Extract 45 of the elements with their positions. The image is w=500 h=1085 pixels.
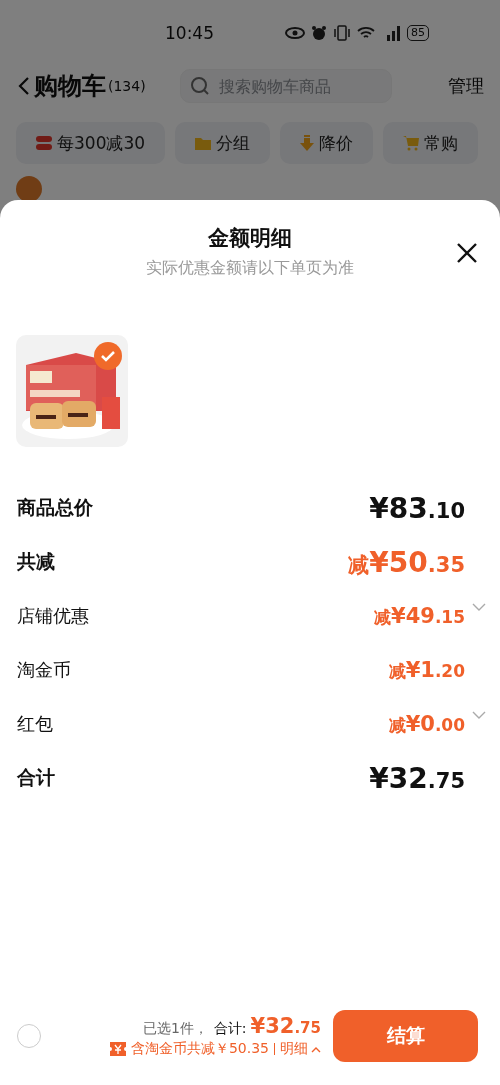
chevron-down-icon[interactable] <box>472 603 486 612</box>
row-amount: 减¥1.20 <box>388 657 465 683</box>
row-label: 店铺优惠 <box>17 604 89 628</box>
row-label: 共减 <box>17 549 55 574</box>
vibrate-icon <box>333 25 351 41</box>
back-icon[interactable] <box>18 76 30 96</box>
coin-ticket-icon <box>109 1042 126 1056</box>
filter-chip[interactable]: 分组 <box>175 122 271 164</box>
row-amount: ¥32.75 <box>369 761 465 795</box>
row-label: 红包 <box>17 712 53 736</box>
caret-up-icon <box>311 1045 321 1053</box>
total-amount: ¥32.75 <box>249 1014 321 1038</box>
details-link[interactable]: 明细 <box>280 1040 321 1058</box>
filter-chip[interactable]: 降价 <box>280 122 374 164</box>
chevron-down-icon[interactable] <box>472 711 486 720</box>
cart-icon <box>403 135 420 151</box>
store-icon <box>16 176 42 202</box>
row-amount: 减¥0.00 <box>388 711 465 737</box>
battery-indicator: 85 <box>407 25 429 41</box>
filter-chip[interactable]: 常购 <box>383 122 479 164</box>
sheet-title: 金额明细 <box>208 225 292 252</box>
eye-icon <box>285 27 305 39</box>
status-time: 10:45 <box>165 23 215 43</box>
coupon-icon <box>36 136 52 150</box>
folder-icon <box>195 136 212 150</box>
down-arrow-icon <box>300 135 315 151</box>
sheet-subtitle: 实际优惠金额请以下单页为准 <box>146 258 354 279</box>
selected-count: 已选1件， <box>142 1020 208 1038</box>
row-label: 淘金币 <box>17 658 71 682</box>
cart-count: (134) <box>108 78 146 94</box>
alarm-icon <box>311 25 327 41</box>
savings-text: 含淘金币共减￥50.35 <box>130 1040 269 1058</box>
row-amount: 减¥49.15 <box>374 603 465 629</box>
row-amount: ¥83.10 <box>369 491 465 525</box>
manage-link[interactable]: 管理 <box>448 74 484 98</box>
search-icon <box>189 76 210 96</box>
row-amount: 减¥50.35 <box>348 545 465 579</box>
row-label: 合计 <box>17 765 55 790</box>
total-label: 合计: <box>213 1020 247 1038</box>
row-label: 商品总价 <box>17 495 93 520</box>
checkout-button[interactable]: 结算 <box>333 1010 478 1062</box>
wifi-icon <box>357 26 375 40</box>
filter-chip[interactable]: 每300减30 <box>16 122 166 164</box>
select-all-radio[interactable] <box>17 1024 41 1048</box>
page-title: 购物车 <box>34 71 106 102</box>
